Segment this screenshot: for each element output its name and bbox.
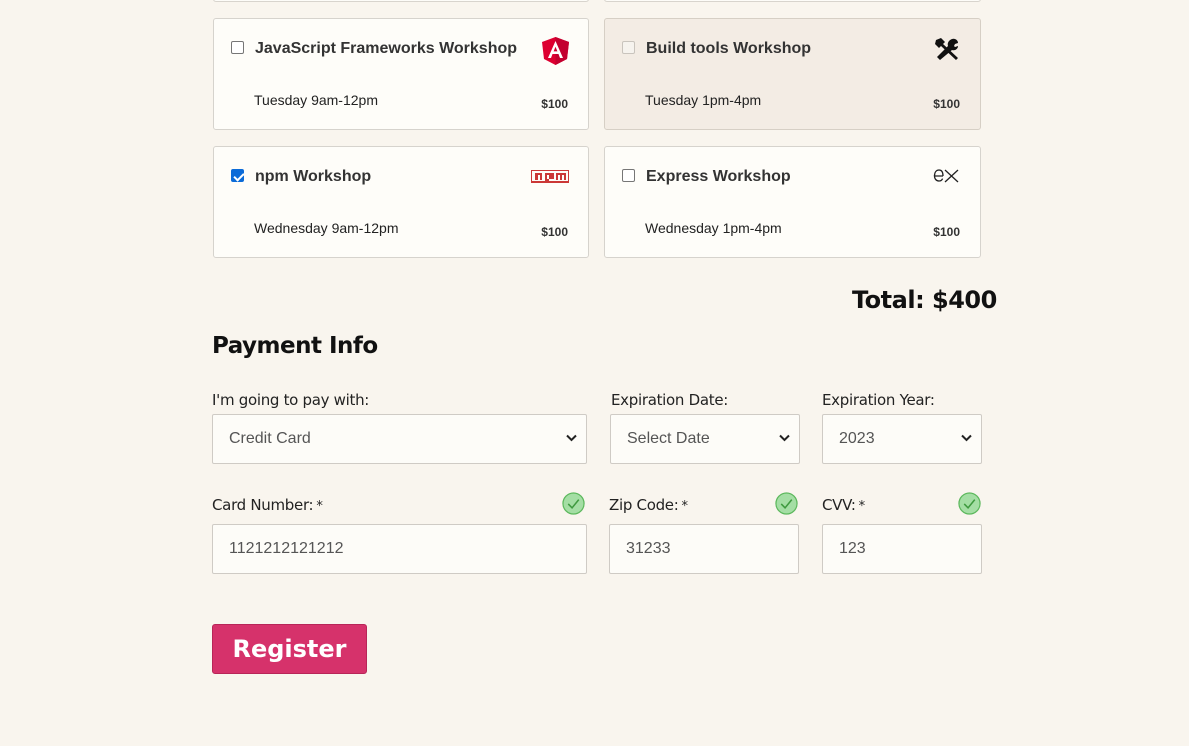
workshop-title: JavaScript Frameworks Workshop bbox=[255, 40, 518, 57]
cvv-value: 123 bbox=[839, 540, 866, 557]
exp-date-value: Select Date bbox=[627, 430, 710, 447]
chevron-down-icon bbox=[779, 434, 790, 442]
workshop-time: Wednesday 9am-12pm bbox=[254, 220, 399, 236]
workshop-price: $100 bbox=[541, 225, 568, 239]
workshop-title: npm Workshop bbox=[255, 168, 372, 185]
workshop-card-express[interactable]: Express Workshop Wednesday 1pm-4pm $100 bbox=[604, 146, 981, 258]
workshop-checkbox[interactable] bbox=[231, 41, 244, 54]
cvv-label-text: CVV: bbox=[822, 496, 856, 514]
workshop-checkbox[interactable] bbox=[622, 169, 635, 182]
payment-method-value: Credit Card bbox=[229, 430, 311, 447]
cvv-input[interactable]: 123 bbox=[822, 524, 982, 574]
workshop-card-js-frameworks[interactable]: JavaScript Frameworks Workshop Tuesday 9… bbox=[213, 18, 589, 130]
required-mark: * bbox=[681, 499, 689, 514]
exp-date-label: Expiration Date: bbox=[611, 391, 729, 409]
workshop-price: $100 bbox=[933, 97, 960, 111]
workshop-price: $100 bbox=[933, 225, 960, 239]
total-cost: Total: $400 bbox=[852, 286, 997, 314]
angular-icon bbox=[542, 37, 569, 70]
workshop-time: Wednesday 1pm-4pm bbox=[645, 220, 782, 236]
exp-year-label: Expiration Year: bbox=[822, 391, 935, 409]
valid-check-icon bbox=[775, 492, 798, 515]
workshop-title: Build tools Workshop bbox=[646, 40, 812, 57]
zip-label-text: Zip Code: bbox=[609, 496, 679, 514]
zip-label: Zip Code: * bbox=[609, 496, 688, 514]
exp-date-select[interactable]: Select Date bbox=[610, 414, 800, 464]
express-icon bbox=[933, 167, 959, 188]
card-number-label-text: Card Number: bbox=[212, 496, 314, 514]
card-number-input[interactable]: 1121212121212 bbox=[212, 524, 587, 574]
workshop-checkbox bbox=[622, 41, 635, 54]
workshop-card-build-tools: Build tools Workshop Tuesday 1pm-4pm $10… bbox=[604, 18, 981, 130]
workshop-price: $100 bbox=[541, 97, 568, 111]
zip-code-value: 31233 bbox=[626, 540, 671, 557]
card-number-value: 1121212121212 bbox=[229, 540, 344, 557]
card-above-left bbox=[213, 0, 589, 2]
zip-code-input[interactable]: 31233 bbox=[609, 524, 799, 574]
valid-check-icon bbox=[958, 492, 981, 515]
required-mark: * bbox=[858, 499, 866, 514]
npm-icon bbox=[530, 169, 570, 189]
workshop-checkbox[interactable] bbox=[231, 169, 244, 182]
workshop-card-npm[interactable]: npm Workshop Wednesday 9am-12pm $100 bbox=[213, 146, 589, 258]
card-number-label: Card Number: * bbox=[212, 496, 323, 514]
pay-with-label: I'm going to pay with: bbox=[212, 391, 370, 409]
workshop-time: Tuesday 1pm-4pm bbox=[645, 92, 762, 108]
tools-icon bbox=[934, 38, 960, 65]
chevron-down-icon bbox=[961, 434, 972, 442]
valid-check-icon bbox=[562, 492, 585, 515]
exp-year-value: 2023 bbox=[839, 430, 875, 447]
workshop-time: Tuesday 9am-12pm bbox=[254, 92, 378, 108]
required-mark: * bbox=[316, 499, 323, 514]
payment-method-select[interactable]: Credit Card bbox=[212, 414, 587, 464]
exp-year-select[interactable]: 2023 bbox=[822, 414, 982, 464]
cvv-label: CVV: * bbox=[822, 496, 865, 514]
card-above-right bbox=[604, 0, 981, 2]
payment-info-heading: Payment Info bbox=[212, 333, 378, 359]
workshop-title: Express Workshop bbox=[646, 168, 791, 185]
chevron-down-icon bbox=[566, 434, 577, 442]
register-button[interactable]: Register bbox=[212, 624, 367, 674]
